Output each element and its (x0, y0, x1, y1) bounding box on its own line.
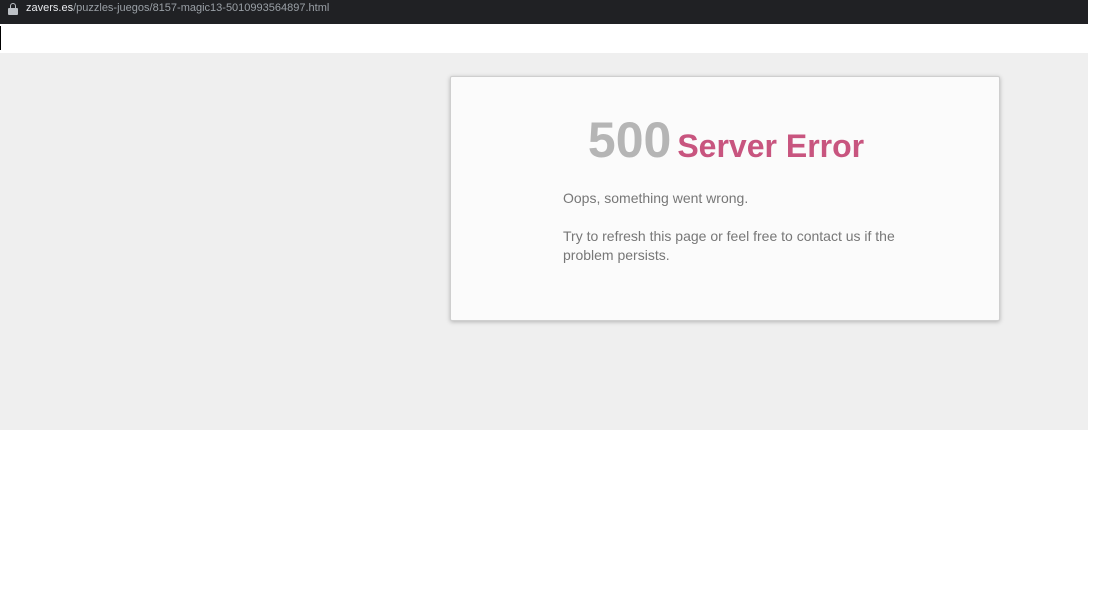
lock-icon[interactable] (8, 3, 18, 15)
error-message: Oops, something went wrong. (563, 190, 749, 206)
browser-address-bar[interactable]: zavers.es/puzzles-juegos/8157-magic13-50… (0, 0, 1088, 24)
error-code: 500 (587, 112, 672, 168)
url-path: /puzzles-juegos/8157-magic13-50109935648… (73, 1, 330, 14)
text-cursor (0, 26, 1, 50)
error-card: 500 Server Error Oops, something went wro… (450, 76, 1000, 321)
error-heading: 500 Server Error (451, 111, 1001, 169)
error-detail: Try to refresh this page or feel free to… (563, 228, 895, 263)
error-title: Server Error (677, 128, 865, 164)
url-text[interactable]: zavers.es/puzzles-juegos/8157-magic13-50… (26, 1, 330, 14)
url-host: zavers.es (26, 1, 74, 14)
page-top-strip (0, 24, 1088, 53)
